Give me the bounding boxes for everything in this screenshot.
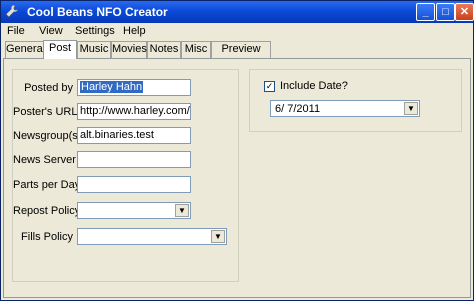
menu-file[interactable]: File xyxy=(7,25,25,38)
tab-movies[interactable]: Movies xyxy=(111,41,147,58)
close-button[interactable]: ✕ xyxy=(455,3,474,21)
parts-per-day-label: Parts per Day xyxy=(13,179,81,191)
menu-view[interactable]: View xyxy=(39,25,63,38)
maximize-button[interactable]: □ xyxy=(436,3,455,21)
fills-policy-dropdown[interactable]: ▼ xyxy=(77,228,227,245)
app-window: Cool Beans NFO Creator _ □ ✕ File View S… xyxy=(0,0,474,301)
tab-music[interactable]: Music xyxy=(77,41,111,58)
tab-misc[interactable]: Misc xyxy=(181,41,211,58)
tab-preview-nfo[interactable]: Preview .nfo xyxy=(211,41,271,70)
include-date-label: Include Date? xyxy=(280,80,348,92)
chevron-down-icon[interactable]: ▼ xyxy=(404,102,418,115)
tab-post[interactable]: Post xyxy=(43,40,77,59)
chevron-down-icon[interactable]: ▼ xyxy=(211,230,225,243)
menu-bar: File View Settings Help xyxy=(1,23,473,39)
tab-general[interactable]: General xyxy=(5,41,45,58)
poster-url-label: Poster's URL xyxy=(13,106,78,118)
news-server-field[interactable] xyxy=(77,151,191,168)
window-title: Cool Beans NFO Creator xyxy=(27,5,168,19)
fills-policy-label: Fills Policy xyxy=(21,231,73,243)
menu-settings[interactable]: Settings xyxy=(75,25,115,38)
newsgroup-label: Newsgroup(s) xyxy=(13,130,82,142)
newsgroup-field[interactable]: alt.binaries.test xyxy=(77,127,191,144)
post-details-group: Posted by Harley Hahn Poster's URL http:… xyxy=(12,69,239,282)
wrench-icon xyxy=(5,4,21,20)
date-group: ✓ Include Date? 6/ 7/2011 ▼ xyxy=(249,69,462,132)
posted-by-value: Harley Hahn xyxy=(80,81,144,93)
repost-policy-label: Repost Policy xyxy=(13,205,81,217)
date-value: 6/ 7/2011 xyxy=(275,103,321,115)
repost-policy-dropdown[interactable]: ▼ xyxy=(77,202,191,219)
posted-by-field[interactable]: Harley Hahn xyxy=(77,79,191,96)
posted-by-label: Posted by xyxy=(24,82,73,94)
tab-notes[interactable]: Notes xyxy=(147,41,181,58)
parts-per-day-field[interactable] xyxy=(77,176,191,193)
include-date-checkbox[interactable]: ✓ xyxy=(264,81,275,92)
menu-help[interactable]: Help xyxy=(123,25,146,38)
post-tab-panel: Posted by Harley Hahn Poster's URL http:… xyxy=(3,58,471,298)
tab-strip: General Post Music Movies Notes Misc Pre… xyxy=(1,40,473,70)
news-server-label: News Server xyxy=(13,154,76,166)
poster-url-field[interactable]: http://www.harley.com/ xyxy=(77,103,191,120)
minimize-button[interactable]: _ xyxy=(416,3,435,21)
date-picker[interactable]: 6/ 7/2011 ▼ xyxy=(270,100,420,117)
chevron-down-icon[interactable]: ▼ xyxy=(175,204,189,217)
title-bar[interactable]: Cool Beans NFO Creator _ □ ✕ xyxy=(1,1,474,23)
